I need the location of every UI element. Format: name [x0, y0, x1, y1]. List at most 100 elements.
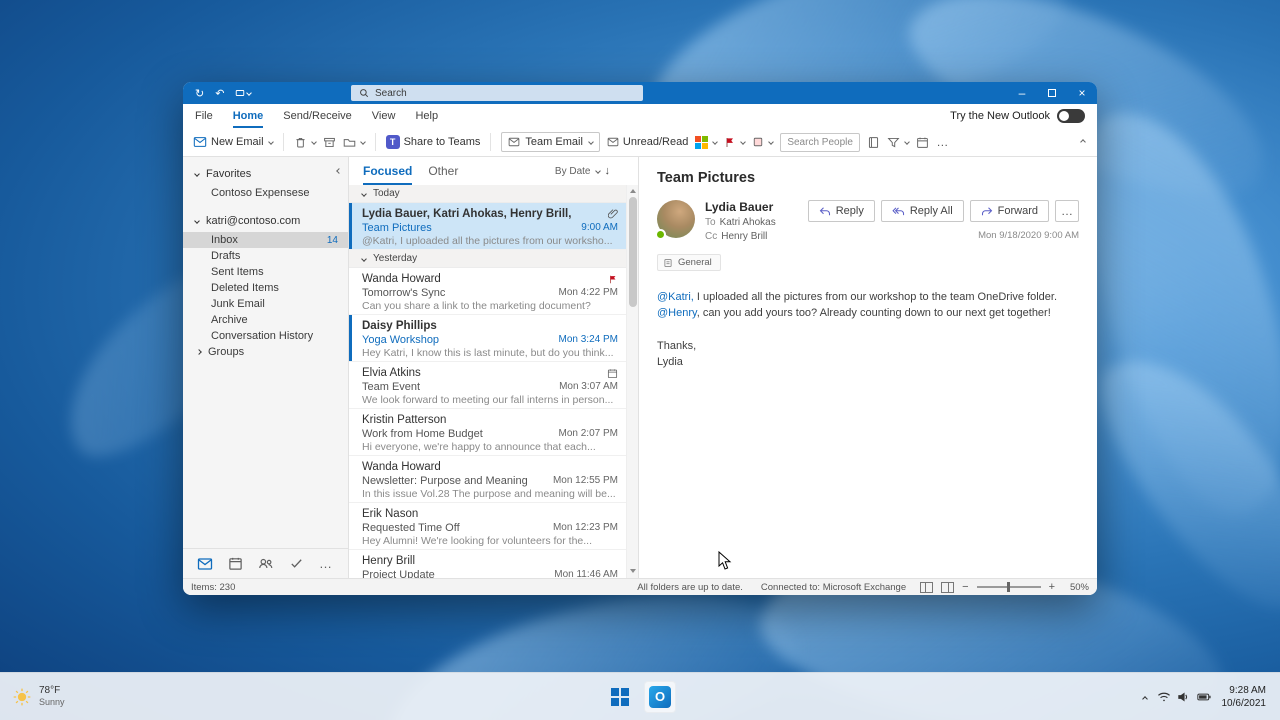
zoom-level[interactable]: 50%: [1063, 582, 1089, 593]
ribbon-overflow-button[interactable]: …: [936, 135, 948, 149]
quick-steps-gallery-button[interactable]: [695, 136, 717, 149]
tasks-module-icon[interactable]: [289, 556, 304, 571]
battery-icon[interactable]: [1197, 692, 1212, 702]
folder-sent-items[interactable]: Sent Items: [183, 264, 348, 280]
forward-button[interactable]: Forward: [970, 200, 1049, 222]
menu-send-receive[interactable]: Send/Receive: [283, 104, 352, 128]
move-button[interactable]: [343, 136, 365, 149]
mention-katri[interactable]: @Katri,: [657, 291, 694, 303]
close-button[interactable]: ×: [1067, 82, 1097, 104]
collapse-folder-pane-button[interactable]: [337, 164, 341, 176]
folder-archive[interactable]: Archive: [183, 312, 348, 328]
categorize-button[interactable]: [752, 136, 773, 148]
to-recipient[interactable]: Katri Ahokas: [720, 217, 776, 228]
sort-direction-icon[interactable]: ↓: [605, 165, 611, 177]
message-row[interactable]: Lydia Bauer, Katri Ahokas, Henry Brill, …: [349, 203, 626, 250]
folder-junk-email[interactable]: Junk Email: [183, 296, 348, 312]
menu-view[interactable]: View: [372, 104, 396, 128]
zoom-slider[interactable]: [977, 586, 1041, 588]
mention-henry[interactable]: @Henry: [657, 307, 697, 319]
module-switcher: …: [183, 548, 348, 578]
weather-widget[interactable]: 78°F Sunny: [0, 685, 65, 709]
message-row[interactable]: Elvia Atkins Team EventMon 3:07 AM We lo…: [349, 362, 626, 409]
sender-name[interactable]: Lydia Bauer: [705, 200, 776, 214]
sensitivity-label[interactable]: General: [657, 254, 721, 271]
message-list-scrollbar[interactable]: [626, 185, 638, 578]
reply-button[interactable]: Reply: [808, 200, 875, 222]
follow-up-button[interactable]: [724, 136, 745, 149]
share-to-teams-button[interactable]: T Share to Teams: [386, 135, 481, 149]
new-outlook-toggle[interactable]: [1057, 109, 1085, 123]
scrollbar-thumb[interactable]: [629, 197, 637, 307]
more-modules-button[interactable]: …: [319, 556, 332, 571]
weather-desc: Sunny: [39, 697, 65, 708]
start-button[interactable]: [604, 681, 636, 713]
reply-all-button[interactable]: Reply All: [881, 200, 964, 222]
folder-deleted-items[interactable]: Deleted Items: [183, 280, 348, 296]
account-header[interactable]: katri@contoso.com: [183, 210, 348, 232]
tab-other[interactable]: Other: [428, 157, 458, 185]
search-people-input[interactable]: Search People: [780, 133, 860, 152]
taskbar-outlook-button[interactable]: O: [644, 681, 676, 713]
folder-drafts[interactable]: Drafts: [183, 248, 348, 264]
send-receive-icon[interactable]: ↻: [195, 87, 204, 100]
search-input[interactable]: Search: [351, 85, 643, 101]
folder-groups[interactable]: Groups: [183, 344, 348, 360]
address-book-button[interactable]: [867, 136, 880, 149]
reading-pane-layout-icon[interactable]: [920, 582, 933, 593]
minimize-button[interactable]: –: [1007, 82, 1037, 104]
sort-by-date-button[interactable]: By Date ↓: [555, 165, 624, 177]
zoom-in-button[interactable]: +: [1049, 581, 1055, 593]
meeting-button[interactable]: [916, 136, 929, 149]
delete-button[interactable]: [294, 136, 316, 149]
qat-customize-icon[interactable]: [235, 88, 251, 98]
wifi-icon[interactable]: [1157, 691, 1171, 703]
new-email-icon: [193, 135, 207, 149]
maximize-button[interactable]: [1037, 82, 1067, 104]
reading-pane-bottom-icon[interactable]: [941, 582, 954, 593]
tray-time: 9:28 AM: [1222, 684, 1267, 697]
menu-help[interactable]: Help: [415, 104, 438, 128]
quick-step-team-email[interactable]: Team Email: [501, 132, 599, 152]
clock[interactable]: 9:28 AM 10/6/2021: [1222, 684, 1267, 710]
new-email-button[interactable]: New Email: [193, 135, 273, 149]
undo-icon[interactable]: ↶: [215, 87, 224, 100]
group-header-yesterday[interactable]: Yesterday: [349, 250, 626, 268]
quick-step-mail-icon: [508, 136, 520, 148]
attachment-icon: [608, 208, 618, 220]
zoom-slider-thumb[interactable]: [1007, 582, 1010, 592]
group-header-today[interactable]: Today: [349, 185, 626, 203]
filter-email-button[interactable]: [887, 136, 909, 149]
message-more-actions-button[interactable]: …: [1055, 200, 1079, 222]
message-body: @Katri, I uploaded all the pictures from…: [657, 289, 1079, 322]
menu-file[interactable]: File: [195, 104, 213, 128]
mail-module-icon[interactable]: [197, 556, 213, 572]
message-row[interactable]: Kristin Patterson Work from Home BudgetM…: [349, 409, 626, 456]
collapse-ribbon-button[interactable]: [1081, 140, 1087, 144]
sender-avatar[interactable]: [657, 200, 695, 238]
cc-recipient[interactable]: Henry Brill: [721, 231, 767, 242]
tray-overflow-button[interactable]: [1143, 688, 1147, 706]
archive-button[interactable]: [323, 136, 336, 149]
menu-home[interactable]: Home: [233, 104, 264, 128]
flag-icon[interactable]: [608, 274, 618, 285]
scroll-up-icon[interactable]: [630, 189, 636, 193]
folder-conversation-history[interactable]: Conversation History: [183, 328, 348, 344]
favorites-header[interactable]: Favorites: [183, 163, 348, 185]
volume-icon[interactable]: [1177, 691, 1191, 703]
calendar-module-icon[interactable]: [228, 556, 243, 571]
message-row[interactable]: Wanda Howard Newsletter: Purpose and Mea…: [349, 456, 626, 503]
message-row[interactable]: Daisy Phillips Yoga WorkshopMon 3:24 PM …: [349, 315, 626, 362]
tab-focused[interactable]: Focused: [363, 157, 412, 185]
unread-read-button[interactable]: Unread/Read: [607, 136, 688, 148]
people-module-icon[interactable]: [258, 556, 274, 571]
message-time: Mon 12:23 PM: [553, 522, 618, 533]
favorite-contoso-expensese[interactable]: Contoso Expensese: [183, 185, 348, 201]
message-row[interactable]: Henry Brill Project UpdateMon 11:46 AM: [349, 550, 626, 578]
message-row[interactable]: Erik Nason Requested Time OffMon 12:23 P…: [349, 503, 626, 550]
zoom-out-button[interactable]: −: [962, 581, 968, 593]
folder-inbox[interactable]: Inbox 14: [183, 232, 348, 248]
scroll-down-icon[interactable]: [630, 569, 636, 573]
chevron-down-icon: [194, 171, 200, 177]
message-row[interactable]: Wanda Howard Tomorrow's SyncMon 4:22 PM …: [349, 268, 626, 315]
